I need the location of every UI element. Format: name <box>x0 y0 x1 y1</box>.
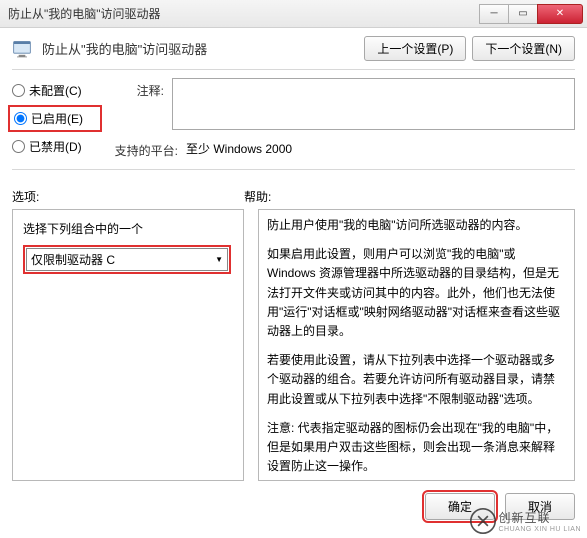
radio-disabled-input[interactable] <box>12 140 25 153</box>
content-area: 防止从"我的电脑"访问驱动器 上一个设置(P) 下一个设置(N) 未配置(C) … <box>0 28 587 483</box>
minimize-button[interactable]: ─ <box>479 4 509 24</box>
platform-value: 至少 Windows 2000 <box>186 138 575 159</box>
radio-disabled[interactable]: 已禁用(D) <box>12 138 98 155</box>
help-paragraph: 如果启用此设置，则用户可以浏览"我的电脑"或 Windows 资源管理器中所选驱… <box>267 245 566 341</box>
chevron-down-icon: ▼ <box>215 255 223 264</box>
radio-enabled[interactable]: 已启用(E) <box>12 109 98 128</box>
watermark-subtext: CHUANG XIN HU LIAN <box>498 526 581 533</box>
divider <box>12 69 575 70</box>
radio-disabled-label: 已禁用(D) <box>29 138 82 155</box>
watermark: 创新互联 CHUANG XIN HU LIAN <box>470 508 581 534</box>
comment-input[interactable] <box>172 78 575 130</box>
radio-not-configured[interactable]: 未配置(C) <box>12 82 98 99</box>
radio-enabled-input[interactable] <box>14 112 27 125</box>
drive-combo[interactable]: 仅限制驱动器 C ▼ <box>26 248 228 271</box>
radio-not-configured-input[interactable] <box>12 84 25 97</box>
close-button[interactable]: ✕ <box>537 4 583 24</box>
radio-enabled-label: 已启用(E) <box>31 110 83 127</box>
watermark-icon <box>470 508 496 534</box>
window-controls: ─ ▭ ✕ <box>480 4 583 24</box>
help-paragraph: 若要使用此设置，请从下拉列表中选择一个驱动器或多个驱动器的组合。若要允许访问所有… <box>267 351 566 409</box>
help-panel[interactable]: 防止用户使用"我的电脑"访问所选驱动器的内容。 如果启用此设置，则用户可以浏览"… <box>258 209 575 481</box>
platform-row: 支持的平台: 至少 Windows 2000 <box>108 138 575 159</box>
comment-row: 注释: <box>108 78 575 130</box>
window-title: 防止从"我的电脑"访问驱动器 <box>8 5 480 22</box>
next-setting-button[interactable]: 下一个设置(N) <box>472 36 575 61</box>
policy-icon <box>12 39 32 59</box>
page-title: 防止从"我的电脑"访问驱动器 <box>42 39 354 58</box>
drive-combo-value: 仅限制驱动器 C <box>31 251 115 268</box>
help-paragraph: 防止用户使用"我的电脑"访问所选驱动器的内容。 <box>267 216 566 235</box>
divider-2 <box>12 169 575 170</box>
comment-label: 注释: <box>108 78 164 99</box>
section-labels: 选项: 帮助: <box>12 188 575 205</box>
lower-panels: 选择下列组合中的一个 仅限制驱动器 C ▼ 防止用户使用"我的电脑"访问所选驱动… <box>12 209 575 481</box>
options-label: 选项: <box>12 190 39 204</box>
titlebar: 防止从"我的电脑"访问驱动器 ─ ▭ ✕ <box>0 0 587 28</box>
radio-column: 未配置(C) 已启用(E) 已禁用(D) <box>12 78 98 165</box>
maximize-button[interactable]: ▭ <box>508 4 538 24</box>
drive-combo-highlight: 仅限制驱动器 C ▼ <box>23 245 231 274</box>
help-label: 帮助: <box>244 190 271 204</box>
watermark-text: 创新互联 <box>498 509 581 526</box>
platform-label: 支持的平台: <box>108 138 178 159</box>
header-row: 防止从"我的电脑"访问驱动器 上一个设置(P) 下一个设置(N) <box>12 36 575 61</box>
prev-setting-button[interactable]: 上一个设置(P) <box>364 36 466 61</box>
options-panel-label: 选择下列组合中的一个 <box>23 220 233 237</box>
radio-not-configured-label: 未配置(C) <box>29 82 82 99</box>
config-area: 未配置(C) 已启用(E) 已禁用(D) 注释: 支持的平台: 至少 Windo… <box>12 78 575 165</box>
help-paragraph: 注意: 代表指定驱动器的图标仍会出现在"我的电脑"中，但是如果用户双击这些图标，… <box>267 419 566 477</box>
options-panel: 选择下列组合中的一个 仅限制驱动器 C ▼ <box>12 209 244 481</box>
